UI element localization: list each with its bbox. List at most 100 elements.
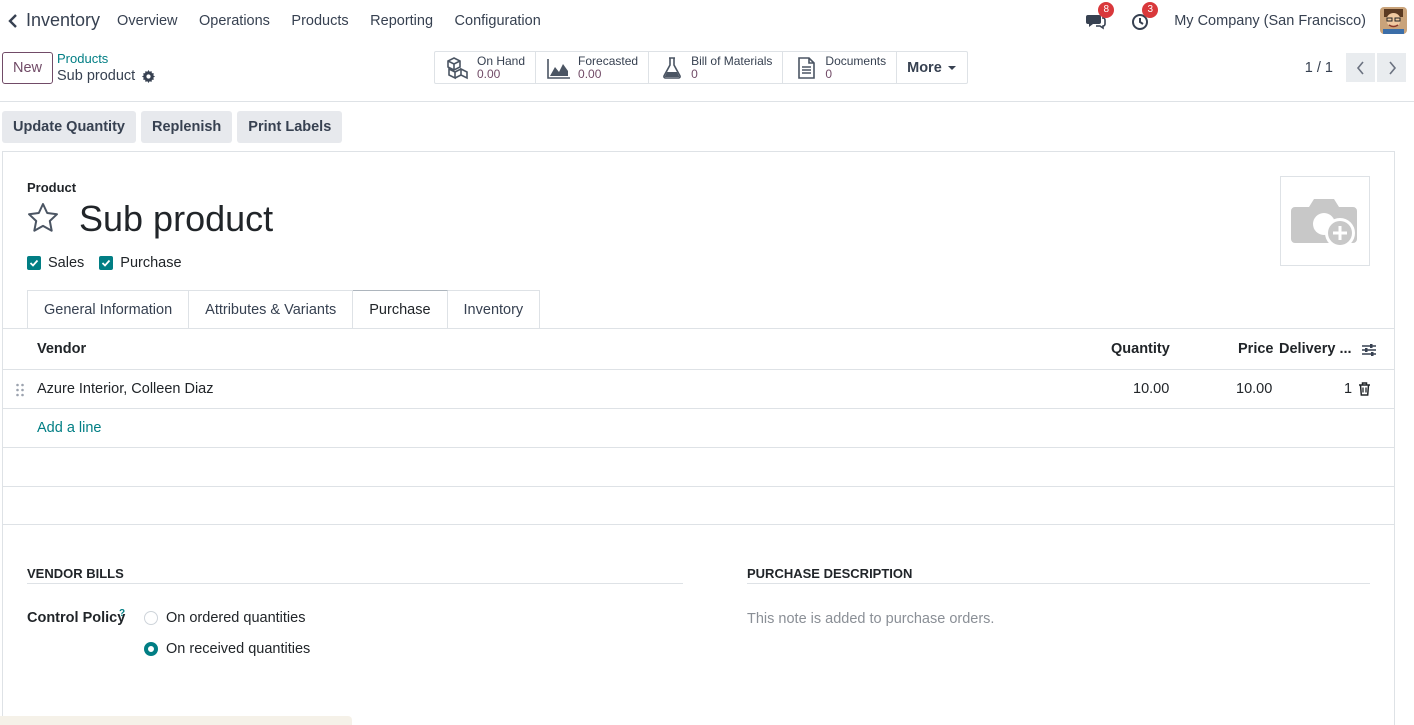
purchase-checkbox[interactable]: [99, 256, 114, 270]
documents-value: 0: [825, 66, 833, 81]
product-image-upload[interactable]: [1280, 176, 1370, 266]
empty-row: [3, 448, 1394, 487]
vendor-table-header: Vendor Quantity Price Delivery ...: [3, 329, 1394, 370]
print-labels-button[interactable]: Print Labels: [237, 111, 343, 143]
control-policy-ordered-radio[interactable]: On ordered quantities: [144, 610, 305, 626]
breadcrumb: Products Sub product: [57, 51, 156, 84]
systray: 8 3 My Company (San Francisco): [1086, 0, 1414, 41]
browser-status-bar: [0, 716, 352, 725]
boxes-icon: [447, 56, 468, 79]
control-policy-help[interactable]: ?: [119, 608, 125, 619]
add-line-row: Add a line: [3, 409, 1394, 448]
top-navbar: Inventory Overview Operations Products R…: [0, 0, 1414, 41]
purchase-description-rule: [747, 583, 1370, 584]
on-hand-button[interactable]: On Hand 0.00: [435, 52, 537, 83]
bill-of-materials-label: Bill of Materials: [691, 53, 773, 68]
update-quantity-button[interactable]: Update Quantity: [2, 111, 136, 143]
breadcrumb-current: Sub product: [57, 68, 156, 84]
tab-inventory[interactable]: Inventory: [447, 290, 541, 328]
company-switcher[interactable]: My Company (San Francisco): [1174, 13, 1366, 29]
app-switcher[interactable]: Inventory: [6, 0, 100, 41]
vendor-cell[interactable]: Azure Interior, Colleen Diaz: [37, 381, 214, 397]
radio-button[interactable]: [144, 611, 158, 625]
document-icon: [798, 56, 816, 79]
column-vendor[interactable]: Vendor: [37, 341, 86, 357]
messages-badge: 8: [1098, 1, 1115, 18]
product-name-field[interactable]: Sub product: [79, 198, 273, 240]
bill-of-materials-button[interactable]: Bill of Materials 0: [649, 52, 784, 83]
smart-buttons: On Hand 0.00 Forecasted 0.00 Bill of Mat…: [434, 51, 968, 84]
chevron-left-icon: [8, 13, 17, 28]
documents-button[interactable]: Documents 0: [783, 52, 898, 83]
add-line-link[interactable]: Add a line: [37, 420, 102, 436]
pager-value[interactable]: 1 / 1: [1305, 60, 1333, 76]
vendor-bills-title: VENDOR BILLS: [27, 566, 124, 581]
gear-icon[interactable]: [142, 69, 156, 83]
empty-row: [3, 486, 1394, 525]
more-label: More: [907, 59, 942, 76]
on-hand-label: On Hand: [477, 53, 526, 68]
on-hand-value: 0.00: [477, 66, 501, 81]
activities-badge: 3: [1142, 1, 1159, 18]
column-delivery[interactable]: Delivery ...: [1279, 341, 1352, 357]
pager: 1 / 1: [1305, 53, 1406, 82]
user-avatar[interactable]: [1380, 7, 1407, 34]
drag-handle-icon[interactable]: [15, 383, 25, 397]
product-type-label: Product: [27, 180, 77, 195]
forecasted-value: 0.00: [578, 66, 602, 81]
column-quantity[interactable]: Quantity: [1111, 341, 1170, 357]
tab-general-information[interactable]: General Information: [27, 290, 190, 328]
sales-checkbox[interactable]: [27, 256, 41, 270]
tab-attributes-variants[interactable]: Attributes & Variants: [189, 290, 354, 328]
area-chart-icon: [547, 58, 571, 79]
app-name: Inventory: [26, 10, 101, 30]
forecasted-label: Forecasted: [578, 53, 639, 68]
menu-configuration[interactable]: Configuration: [455, 13, 541, 29]
breadcrumb-current-label: Sub product: [57, 68, 136, 84]
purchase-checkbox-label: Purchase: [120, 255, 182, 271]
bill-of-materials-value: 0: [691, 66, 698, 81]
action-bar: Update Quantity Replenish Print Labels: [2, 111, 347, 143]
form-sheet: Product Sub product Sales Purchase Gener…: [2, 151, 1395, 725]
new-button[interactable]: New: [2, 52, 53, 84]
control-panel: New Products Sub product On Hand 0.00 Fo…: [0, 41, 1414, 102]
radio-ordered-label: On ordered quantities: [166, 610, 306, 626]
activities-button[interactable]: 3: [1130, 1, 1159, 31]
price-cell[interactable]: 10.00: [1236, 381, 1272, 397]
notebook-tabs: General Information Attributes & Variant…: [27, 290, 541, 328]
control-policy-label: Control Policy: [27, 610, 126, 626]
menu-operations[interactable]: Operations: [199, 13, 270, 29]
menu-overview[interactable]: Overview: [117, 13, 177, 29]
sales-checkbox-label: Sales: [48, 255, 85, 271]
camera-plus-icon: [1291, 199, 1357, 248]
main-menu: Overview Operations Products Reporting C…: [117, 13, 562, 29]
pager-next-button[interactable]: [1377, 53, 1406, 82]
control-policy-received-radio[interactable]: On received quantities: [144, 641, 310, 657]
menu-reporting[interactable]: Reporting: [370, 13, 433, 29]
tab-purchase[interactable]: Purchase: [353, 290, 448, 328]
chevron-right-icon: [1388, 60, 1396, 75]
more-button[interactable]: More: [897, 52, 967, 83]
delivery-cell[interactable]: 1: [1344, 381, 1352, 397]
menu-products[interactable]: Products: [291, 13, 348, 29]
documents-label: Documents: [825, 53, 887, 68]
pager-previous-button[interactable]: [1346, 53, 1375, 82]
purchase-description-field[interactable]: This note is added to purchase orders.: [747, 611, 994, 627]
star-icon[interactable]: [26, 201, 60, 235]
radio-received-label: On received quantities: [166, 641, 311, 657]
messages-button[interactable]: 8: [1086, 1, 1115, 31]
table-row[interactable]: Azure Interior, Colleen Diaz 10.00 10.00…: [3, 370, 1394, 409]
purchase-description-title: PURCHASE DESCRIPTION: [747, 566, 913, 581]
product-flags: Sales Purchase: [27, 255, 197, 271]
forecasted-button[interactable]: Forecasted 0.00: [536, 52, 650, 83]
chevron-left-icon: [1356, 60, 1364, 75]
column-price[interactable]: Price: [1238, 341, 1273, 357]
optional-columns-icon[interactable]: [1362, 343, 1376, 357]
vendor-bills-rule: [27, 583, 683, 584]
breadcrumb-products-link[interactable]: Products: [57, 51, 155, 66]
trash-icon[interactable]: [1358, 382, 1371, 396]
replenish-button[interactable]: Replenish: [140, 111, 233, 143]
radio-button-selected[interactable]: [144, 642, 158, 656]
quantity-cell[interactable]: 10.00: [1133, 381, 1169, 397]
flask-icon: [663, 56, 681, 79]
